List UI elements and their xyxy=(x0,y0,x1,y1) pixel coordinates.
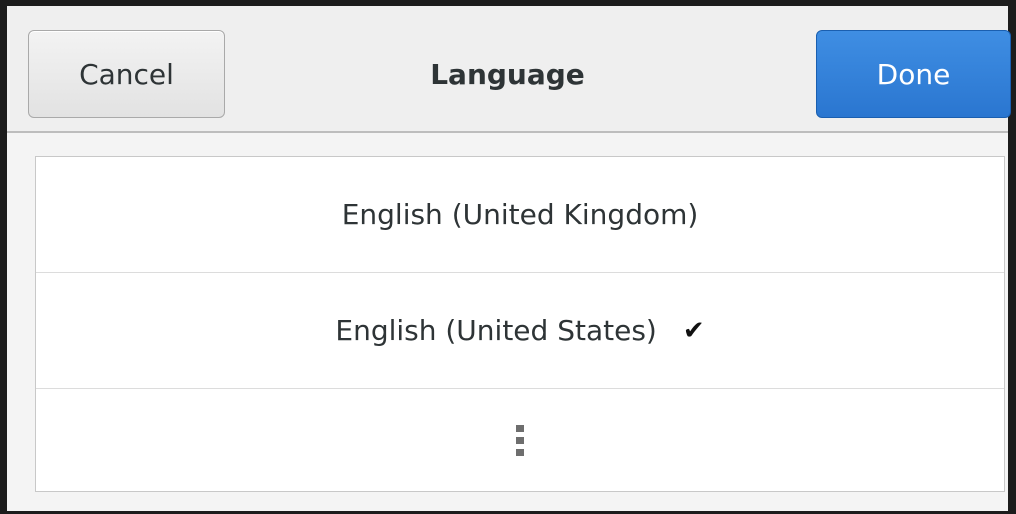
language-item-label: English (United Kingdom) xyxy=(341,198,699,231)
language-dialog: Cancel Language Done English (United Kin… xyxy=(0,0,1016,514)
more-vertical-icon xyxy=(516,424,524,456)
dialog-header: Cancel Language Done xyxy=(7,6,1011,133)
more-languages-button[interactable] xyxy=(36,389,1004,491)
cancel-button[interactable]: Cancel xyxy=(28,30,225,118)
language-list: English (United Kingdom) English (United… xyxy=(35,156,1005,492)
language-item-english-us[interactable]: English (United States) ✔ xyxy=(36,273,1004,389)
language-item-english-uk[interactable]: English (United Kingdom) xyxy=(36,157,1004,273)
done-button[interactable]: Done xyxy=(816,30,1011,118)
language-item-label: English (United States) xyxy=(335,314,657,347)
checkmark-icon: ✔ xyxy=(682,315,705,346)
